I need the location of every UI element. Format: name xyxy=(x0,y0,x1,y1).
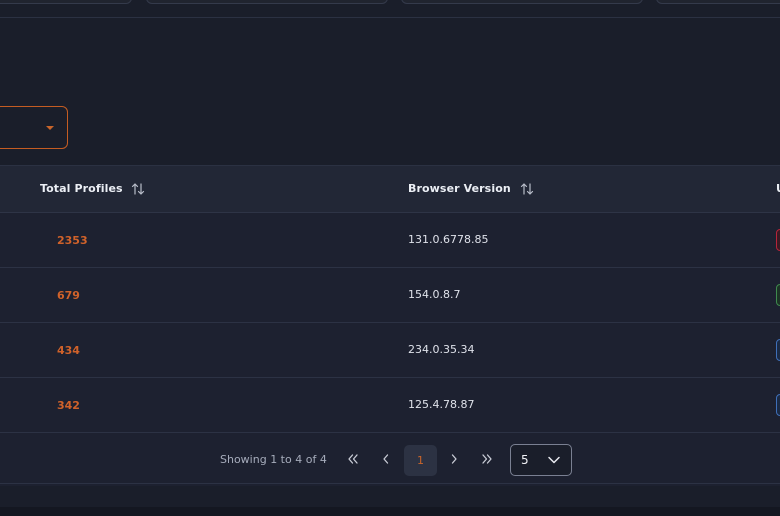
sort-updown-icon[interactable] xyxy=(130,181,146,197)
page-size-value: 5 xyxy=(521,453,529,467)
table-row[interactable]: 342 125.4.78.87 xyxy=(0,378,780,433)
double-chevron-left-icon xyxy=(348,454,358,464)
chevron-right-icon xyxy=(451,454,457,464)
pagination: Showing 1 to 4 of 4 1 5 xyxy=(0,434,780,484)
table-row[interactable]: 2353 131.0.6778.85 xyxy=(0,213,780,268)
top-tab-bar xyxy=(0,0,780,18)
total-profiles-cell: 434 xyxy=(57,344,80,357)
browser-version-cell: 125.4.78.87 xyxy=(408,398,475,411)
top-tab[interactable] xyxy=(146,0,388,4)
chevron-left-icon xyxy=(383,454,389,464)
column-header-total-profiles[interactable]: Total Profiles xyxy=(40,182,123,195)
filter-dropdown[interactable] xyxy=(0,106,68,149)
top-tab[interactable] xyxy=(401,0,643,4)
browser-version-cell: 131.0.6778.85 xyxy=(408,233,489,246)
table-row[interactable]: 434 234.0.35.34 xyxy=(0,323,780,378)
last-page-button[interactable] xyxy=(475,446,499,472)
browser-version-cell: 154.0.8.7 xyxy=(408,288,461,301)
status-badge xyxy=(776,284,780,306)
table-header: Total Profiles Browser Version U xyxy=(0,166,780,213)
double-chevron-right-icon xyxy=(482,454,492,464)
next-page-button[interactable] xyxy=(442,446,466,472)
column-header-truncated: U xyxy=(776,182,780,195)
status-badge xyxy=(776,339,780,361)
top-tab[interactable] xyxy=(656,0,780,4)
status-badge xyxy=(776,394,780,416)
first-page-button[interactable] xyxy=(341,446,365,472)
sort-updown-icon[interactable] xyxy=(519,181,535,197)
total-profiles-cell: 342 xyxy=(57,399,80,412)
chevron-down-icon xyxy=(548,456,560,464)
browser-version-cell: 234.0.35.34 xyxy=(408,343,475,356)
top-tab[interactable] xyxy=(0,0,132,4)
page-size-select[interactable]: 5 xyxy=(510,444,572,476)
bottom-strip xyxy=(0,507,780,516)
total-profiles-cell: 2353 xyxy=(57,234,88,247)
caret-down-icon xyxy=(46,126,54,130)
previous-page-button[interactable] xyxy=(374,446,398,472)
status-badge xyxy=(776,229,780,251)
column-header-browser-version[interactable]: Browser Version xyxy=(408,182,511,195)
profiles-table: Total Profiles Browser Version U 2353 13… xyxy=(0,165,780,486)
table-row[interactable]: 679 154.0.8.7 xyxy=(0,268,780,323)
current-page-button[interactable]: 1 xyxy=(404,445,437,476)
pagination-summary: Showing 1 to 4 of 4 xyxy=(220,453,327,466)
total-profiles-cell: 679 xyxy=(57,289,80,302)
